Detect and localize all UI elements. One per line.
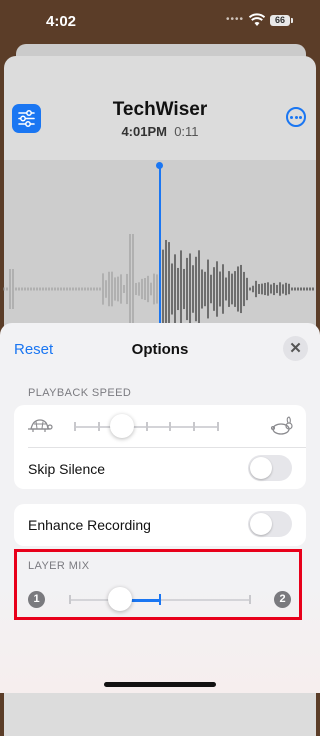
recording-time: 4:01PM bbox=[121, 124, 167, 139]
toggle-knob bbox=[250, 457, 272, 479]
options-title: Options bbox=[131, 341, 189, 358]
status-time: 4:02 bbox=[46, 13, 77, 30]
turtle-icon bbox=[28, 419, 53, 432]
home-indicator[interactable] bbox=[104, 682, 216, 687]
wifi-icon bbox=[249, 13, 265, 26]
battery-icon: 66 bbox=[270, 15, 293, 26]
enhance-recording-label: Enhance Recording bbox=[28, 517, 151, 533]
recording-meta: 4:01PM 0:11 bbox=[0, 124, 320, 139]
playback-speed-label: PLAYBACK SPEED bbox=[28, 387, 132, 399]
recording-title: TechWiser bbox=[112, 99, 208, 120]
close-icon[interactable]: ✕ bbox=[283, 336, 308, 361]
skip-silence-label: Skip Silence bbox=[28, 461, 106, 477]
recording-duration: 0:11 bbox=[174, 124, 199, 139]
slider-tick bbox=[217, 422, 219, 431]
enhance-recording-toggle[interactable] bbox=[248, 511, 292, 537]
slider-tick bbox=[169, 422, 172, 431]
skip-silence-toggle[interactable] bbox=[248, 455, 292, 481]
rabbit-icon bbox=[270, 416, 293, 435]
playhead[interactable] bbox=[159, 165, 161, 325]
toggle-knob bbox=[250, 513, 272, 535]
slider-tick bbox=[145, 422, 148, 431]
more-icon[interactable] bbox=[286, 107, 306, 127]
highlight-box bbox=[14, 549, 302, 620]
signal-dots-icon: •••• bbox=[226, 14, 245, 25]
slider-tick bbox=[74, 422, 76, 431]
slider-thumb[interactable] bbox=[110, 414, 135, 438]
slider-tick bbox=[193, 422, 196, 431]
divider bbox=[28, 447, 306, 448]
playhead-handle[interactable] bbox=[156, 162, 163, 169]
status-bar: 4:02 •••• 66 bbox=[0, 0, 320, 44]
slider-tick bbox=[97, 422, 100, 431]
